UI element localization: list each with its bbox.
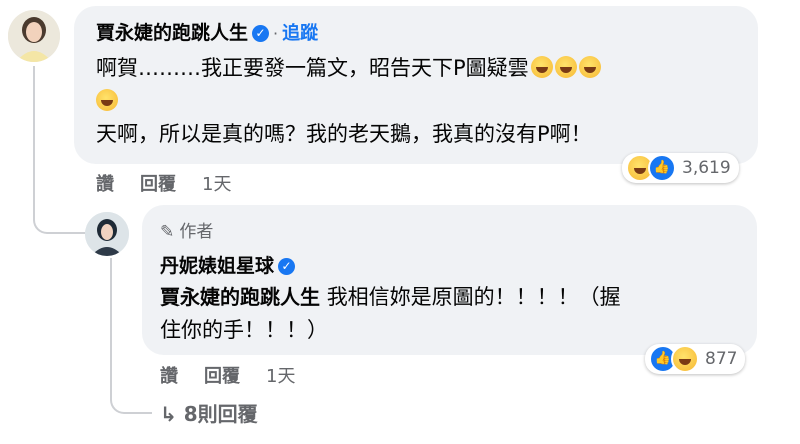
pencil-icon: ✎ bbox=[160, 222, 175, 242]
view-more-replies-link[interactable]: ↳ 8則回覆 bbox=[160, 398, 258, 427]
reply-timestamp[interactable]: 1天 bbox=[266, 366, 295, 387]
reply-button[interactable]: 回覆 bbox=[204, 366, 240, 387]
reaction-summary[interactable]: 👍 877 bbox=[645, 344, 746, 374]
laughing-emoji-icon bbox=[671, 345, 699, 373]
laughing-emoji-icon bbox=[530, 56, 553, 78]
laughing-emoji-icon bbox=[578, 56, 601, 78]
reply-header: 丹妮婊姐星球 ✓ bbox=[160, 251, 296, 278]
comment-actions: 讚 回覆 1天 bbox=[96, 170, 257, 196]
reply-actions: 讚 回覆 1天 bbox=[160, 362, 321, 388]
mention-link[interactable]: 賈永婕的跑跳人生 bbox=[160, 285, 320, 309]
comment-text-line: 天啊，所以是真的嗎？我的老天鵝，我真的沒有P啊！ bbox=[96, 122, 592, 146]
reply-text: 賈永婕的跑跳人生 我相信妳是原圖的！！！！（握 住你的手！！！） bbox=[160, 281, 740, 347]
author-tag-label: 作者 bbox=[179, 222, 214, 242]
separator-dot: · bbox=[273, 24, 279, 43]
author-tag: ✎ 作者 bbox=[160, 217, 213, 242]
comment-header: 賈永婕的跑跳人生 ✓ · 追蹤 bbox=[96, 18, 318, 45]
like-reaction-icon: 👍 bbox=[648, 154, 676, 182]
reply-bubble: ✎ 作者 丹妮婊姐星球 ✓ 賈永婕的跑跳人生 我相信妳是原圖的！！！！（握 住你的… bbox=[142, 205, 757, 355]
laughing-emoji-icon bbox=[554, 56, 577, 78]
reply-arrow-icon: ↳ bbox=[160, 402, 177, 426]
verified-badge-icon: ✓ bbox=[252, 25, 270, 42]
reply-text-line: 住你的手！！！） bbox=[160, 318, 328, 342]
reply-text-line: 我相信妳是原圖的！！！！（握 bbox=[326, 285, 621, 309]
comment-timestamp[interactable]: 1天 bbox=[202, 174, 231, 195]
comment-text-line: 啊賀………我正要發一篇文，昭告天下P圖疑雲 bbox=[96, 56, 529, 80]
like-button[interactable]: 讚 bbox=[160, 366, 178, 387]
reply-button[interactable]: 回覆 bbox=[140, 174, 176, 195]
avatar[interactable] bbox=[85, 212, 129, 256]
comment-text: 啊賀………我正要發一篇文，昭告天下P圖疑雲 天啊，所以是真的嗎？我的老天鵝，我真… bbox=[96, 52, 736, 151]
comment-bubble: 賈永婕的跑跳人生 ✓ · 追蹤 啊賀………我正要發一篇文，昭告天下P圖疑雲 天啊，所以… bbox=[74, 6, 758, 164]
follow-button[interactable]: 追蹤 bbox=[282, 23, 318, 44]
reaction-summary[interactable]: 👍 3,619 bbox=[622, 153, 739, 183]
reply-author-name[interactable]: 丹妮婊姐星球 bbox=[160, 255, 274, 277]
reaction-count: 3,619 bbox=[682, 158, 731, 178]
avatar-image bbox=[85, 212, 129, 256]
reaction-count: 877 bbox=[705, 349, 738, 369]
avatar[interactable] bbox=[8, 10, 60, 62]
verified-badge-icon: ✓ bbox=[278, 258, 296, 275]
avatar-image bbox=[8, 10, 60, 62]
comment-author-name[interactable]: 賈永婕的跑跳人生 bbox=[96, 22, 248, 44]
more-replies-label: 8則回覆 bbox=[183, 402, 258, 426]
like-button[interactable]: 讚 bbox=[96, 174, 114, 195]
laughing-emoji-icon bbox=[96, 89, 118, 111]
